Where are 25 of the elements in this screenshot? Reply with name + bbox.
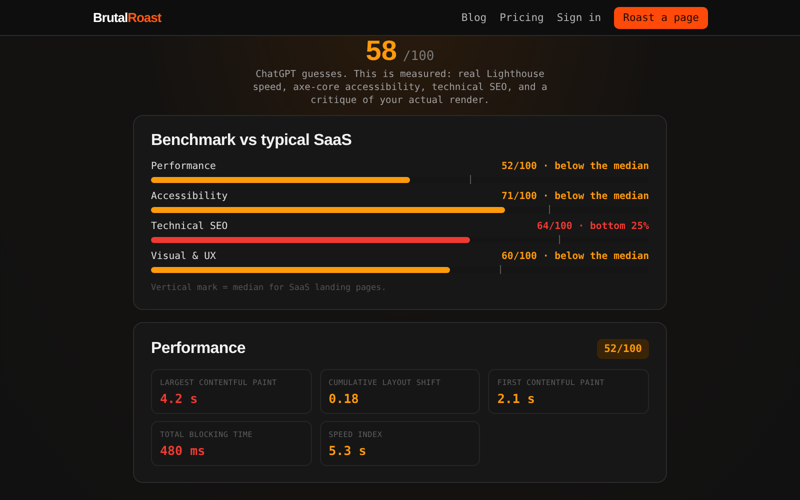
- overall-score: 58: [366, 36, 397, 66]
- benchmark-reading: 71/100 · below the median: [502, 191, 649, 202]
- card-title: Benchmark vs typical SaaS: [151, 132, 353, 150]
- card-title: Performance: [151, 340, 246, 358]
- metric-value: 0.18: [328, 391, 360, 406]
- metric-value: 5.3 s: [328, 443, 368, 458]
- nav-link[interactable]: Pricing: [500, 12, 544, 24]
- benchmark-label: Performance: [151, 161, 216, 172]
- score-badge: 52/100: [597, 339, 649, 359]
- brand-logo[interactable]: BrutalRoast: [93, 10, 162, 25]
- metric-value: 2.1 s: [497, 391, 536, 406]
- nav-link[interactable]: Sign in: [556, 12, 602, 24]
- benchmark-reading: 60/100 · below the median: [502, 251, 649, 262]
- intro-text: ChatGPT guesses. This is measured: real Lighthouse speed, axe-core accessibility, technical SEO, and a critique of your actual render.: [252, 68, 548, 107]
- metric-value: 480 ms: [160, 443, 206, 458]
- roast-a-page-button[interactable]: Roast a page: [614, 6, 708, 28]
- benchmark-label: Technical SEO: [151, 221, 228, 232]
- score-out-of: /100: [402, 49, 434, 64]
- nav-link[interactable]: Blog: [461, 12, 487, 24]
- benchmark-reading: 64/100 · bottom 25%: [536, 221, 649, 232]
- chart-note: Vertical mark = median for SaaS landing pages.: [151, 283, 388, 293]
- metric-value: 4.2 s: [160, 391, 199, 406]
- benchmark-reading: 52/100 · below the median: [502, 161, 649, 172]
- benchmark-label: Visual & UX: [151, 251, 216, 262]
- benchmark-label: Accessibility: [151, 191, 228, 202]
